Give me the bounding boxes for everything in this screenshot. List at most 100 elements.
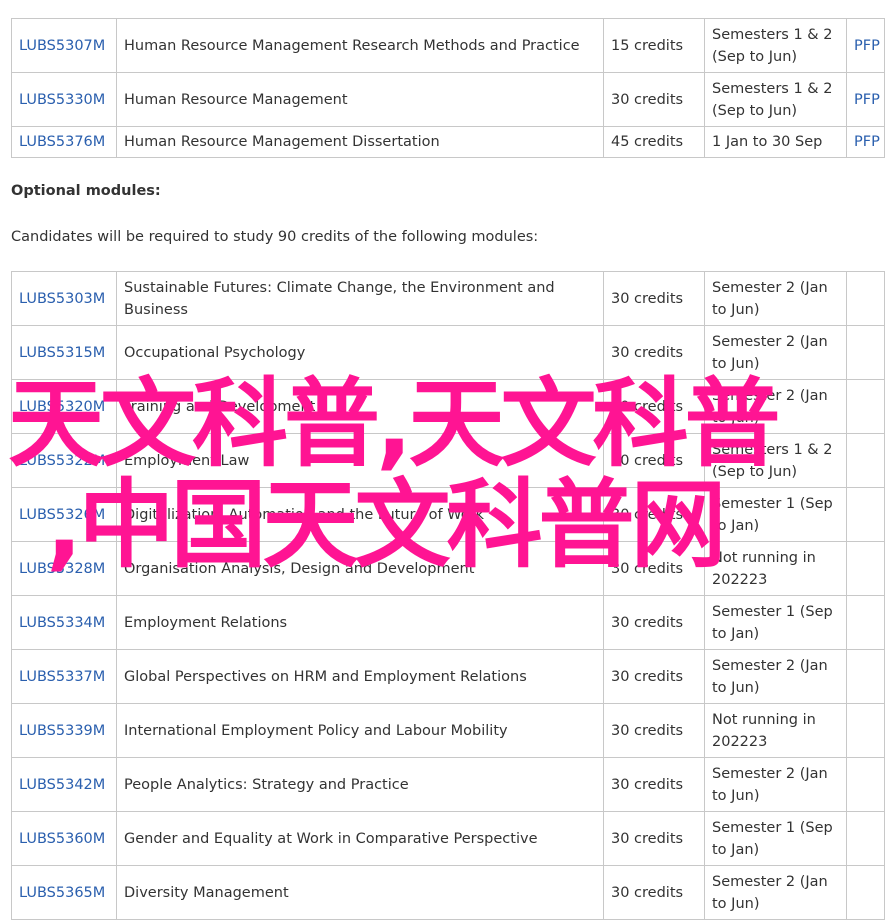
pfp-link[interactable]: PFP <box>854 134 880 150</box>
module-semester-line-1: Semester 1 (Sep <box>712 819 833 836</box>
table-row: LUBS5337M Global Perspectives on HRM and … <box>11 649 885 704</box>
module-credits-cell: 30 credits <box>603 271 705 326</box>
module-credits: 30 credits <box>611 722 684 739</box>
core-modules-body: LUBS5307M Human Resource Management Resea… <box>11 18 885 158</box>
module-pfp-cell <box>846 379 885 434</box>
module-pfp-cell: PFP <box>846 18 885 73</box>
module-credits-cell: 30 credits <box>603 72 705 127</box>
pfp-link[interactable]: PFP <box>854 92 880 108</box>
module-credits-cell: 30 credits <box>603 703 705 758</box>
module-code-link[interactable]: LUBS5307M <box>19 38 105 54</box>
module-credits-cell: 30 credits <box>603 757 705 812</box>
module-code-link[interactable]: LUBS5322M <box>19 453 105 469</box>
module-pfp-cell <box>846 595 885 650</box>
table-row: LUBS5360M Gender and Equality at Work in … <box>11 811 885 866</box>
module-title-cell: Sustainable Futures: Climate Change, the… <box>116 271 604 326</box>
module-semester-line-2: to Jun) <box>712 301 760 318</box>
module-title: International Employment Policy and Labo… <box>124 722 508 739</box>
table-row: LUBS5328M Organisation Analysis, Design a… <box>11 541 885 596</box>
table-row: LUBS5320M Training and Development 30 cred… <box>11 379 885 434</box>
module-code-link[interactable]: LUBS5320M <box>19 399 105 415</box>
module-pfp-cell: PFP <box>846 126 885 158</box>
module-title: Employment Law <box>124 452 250 469</box>
module-code-link[interactable]: LUBS5328M <box>19 561 105 577</box>
module-code-link[interactable]: LUBS5365M <box>19 885 105 901</box>
module-code-link[interactable]: LUBS5330M <box>19 92 105 108</box>
module-semester-cell: Semesters 1 & 2 (Sep to Jun) <box>704 72 847 127</box>
module-title-cell: Global Perspectives on HRM and Employmen… <box>116 649 604 704</box>
module-semester-cell: Semester 2 (Jan to Jun) <box>704 379 847 434</box>
module-semester-line-1: Semester 1 (Sep <box>712 603 833 620</box>
module-title: Sustainable Futures: Climate Change, the… <box>124 279 555 318</box>
module-code-link[interactable]: LUBS5376M <box>19 134 105 150</box>
module-semester-line-2: 202223 <box>712 733 768 750</box>
module-credits-cell: 30 credits <box>603 865 705 920</box>
module-code-link[interactable]: LUBS5303M <box>19 291 105 307</box>
module-credits-cell: 30 credits <box>603 433 705 488</box>
table-row: LUBS5322M Employment Law 30 credits Semeste… <box>11 433 885 488</box>
module-title-cell: Digitalization, Automation and the Futur… <box>116 487 604 542</box>
module-title: Digitalization, Automation and the Futur… <box>124 506 484 523</box>
module-title: People Analytics: Strategy and Practice <box>124 776 409 793</box>
module-credits: 30 credits <box>611 344 684 361</box>
module-code-link[interactable]: LUBS5339M <box>19 723 105 739</box>
module-semester-cell: Semesters 1 & 2 (Sep to Jun) <box>704 18 847 73</box>
module-pfp-cell <box>846 649 885 704</box>
module-code-cell: LUBS5326M <box>11 487 117 542</box>
module-code-link[interactable]: LUBS5337M <box>19 669 105 685</box>
table-row: LUBS5334M Employment Relations 30 credits S… <box>11 595 885 650</box>
module-code-link[interactable]: LUBS5334M <box>19 615 105 631</box>
module-semester-line-2: to Jan) <box>712 517 760 534</box>
module-code-link[interactable]: LUBS5315M <box>19 345 105 361</box>
module-title-cell: Training and Development <box>116 379 604 434</box>
module-title-cell: Employment Relations <box>116 595 604 650</box>
module-credits: 15 credits <box>611 37 684 54</box>
module-credits: 30 credits <box>611 884 684 901</box>
module-code-link[interactable]: LUBS5342M <box>19 777 105 793</box>
module-code-cell: LUBS5376M <box>11 126 117 158</box>
module-credits-cell: 30 credits <box>603 325 705 380</box>
module-pfp-cell <box>846 487 885 542</box>
module-semester-line-1: Semester 2 (Jan <box>712 333 828 350</box>
module-semester-cell: Semesters 1 & 2 (Sep to Jun) <box>704 433 847 488</box>
module-code-cell: LUBS5307M <box>11 18 117 73</box>
module-semester-cell: Not running in 202223 <box>704 541 847 596</box>
pfp-link[interactable]: PFP <box>854 38 880 54</box>
module-semester-line-1: Semester 2 (Jan <box>712 765 828 782</box>
module-code-link[interactable]: LUBS5326M <box>19 507 105 523</box>
module-semester-line-2: to Jun) <box>712 409 760 426</box>
module-pfp-cell <box>846 541 885 596</box>
module-title: Human Resource Management <box>124 91 348 108</box>
module-semester-line-2: 202223 <box>712 571 768 588</box>
module-semester-line-1: Semesters 1 & 2 <box>712 441 833 458</box>
module-credits: 30 credits <box>611 91 684 108</box>
module-code-cell: LUBS5334M <box>11 595 117 650</box>
module-semester-cell: Semester 2 (Jan to Jun) <box>704 757 847 812</box>
module-credits-cell: 30 credits <box>603 541 705 596</box>
module-code-cell: LUBS5339M <box>11 703 117 758</box>
module-semester-line-2: to Jan) <box>712 841 760 858</box>
optional-modules-body: LUBS5303M Sustainable Futures: Climate Ch… <box>11 271 885 920</box>
module-credits: 30 credits <box>611 290 684 307</box>
module-credits: 30 credits <box>611 776 684 793</box>
module-code-link[interactable]: LUBS5360M <box>19 831 105 847</box>
table-row: LUBS5365M Diversity Management 30 credits S… <box>11 865 885 920</box>
module-credits-cell: 15 credits <box>603 18 705 73</box>
module-credits: 30 credits <box>611 398 684 415</box>
module-pfp-cell <box>846 757 885 812</box>
module-semester-line-1: Semester 2 (Jan <box>712 873 828 890</box>
module-title-cell: Human Resource Management Dissertation <box>116 126 604 158</box>
module-title: Diversity Management <box>124 884 289 901</box>
module-pfp-cell <box>846 865 885 920</box>
module-title-cell: People Analytics: Strategy and Practice <box>116 757 604 812</box>
module-pfp-cell <box>846 811 885 866</box>
module-semester-line-2: to Jun) <box>712 787 760 804</box>
module-semester-cell: Semester 2 (Jan to Jun) <box>704 325 847 380</box>
module-semester-line-1: Not running in <box>712 549 816 566</box>
module-credits: 30 credits <box>611 830 684 847</box>
module-code-cell: LUBS5315M <box>11 325 117 380</box>
module-code-cell: LUBS5337M <box>11 649 117 704</box>
module-credits: 30 credits <box>611 668 684 685</box>
module-code-cell: LUBS5322M <box>11 433 117 488</box>
module-title: Organisation Analysis, Design and Develo… <box>124 560 475 577</box>
